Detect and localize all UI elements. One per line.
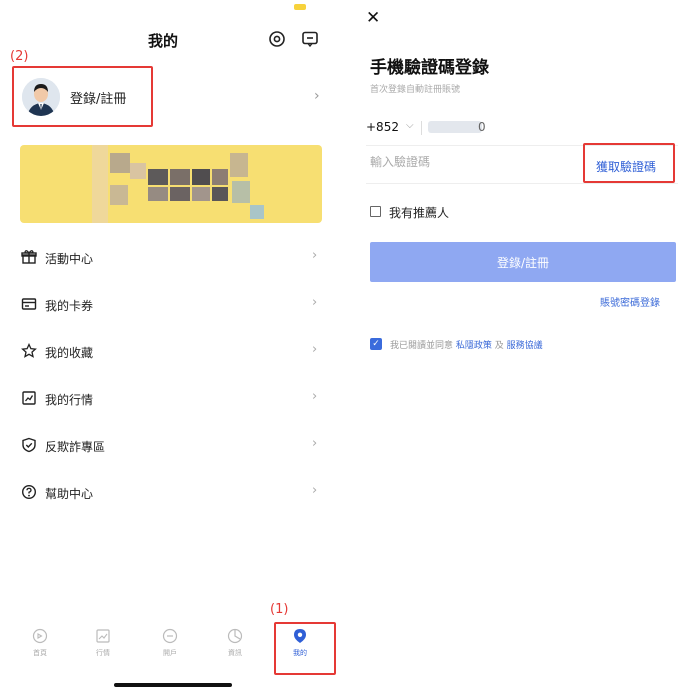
chevron-right-icon: ›: [312, 295, 318, 310]
phone-number-suffix: 0: [478, 120, 486, 134]
chevron-right-icon: ›: [312, 436, 318, 451]
menu-label: 我的收藏: [45, 346, 94, 360]
card-icon: [21, 298, 37, 310]
login-title: 手機驗證碼登錄: [370, 58, 489, 78]
my-page-panel: 我的 (2) 登錄/註冊 › 活動中心 › 我的卡券 › 我的收藏 › 我的行情…: [0, 0, 340, 695]
login-register-button[interactable]: 登錄/註冊: [370, 242, 676, 282]
market-icon: [96, 629, 110, 643]
message-icon[interactable]: [300, 29, 320, 49]
referral-checkbox[interactable]: [370, 206, 381, 217]
chevron-right-icon: ›: [312, 389, 318, 404]
divider: [366, 183, 678, 184]
home-indicator: [114, 683, 232, 687]
country-code-selector[interactable]: +852: [366, 120, 399, 134]
menu-list: 活動中心 › 我的卡券 › 我的收藏 › 我的行情 › 反欺詐專區 › 幫助中心…: [0, 236, 340, 518]
tab-home[interactable]: 首頁: [20, 628, 60, 658]
menu-label: 我的卡券: [45, 299, 94, 313]
chevron-right-icon: ›: [312, 248, 318, 263]
highlight-box-get-code: [583, 143, 675, 183]
login-subtitle: 首次登錄自動註冊賬號: [370, 85, 461, 95]
agreement-checkbox[interactable]: ✓: [370, 338, 382, 350]
menu-item-my-coupons[interactable]: 我的卡券 ›: [0, 283, 340, 330]
menu-item-help-center[interactable]: 幫助中心 ›: [0, 471, 340, 518]
menu-item-anti-fraud[interactable]: 反欺詐專區 ›: [0, 424, 340, 471]
agreement-and: 及: [494, 341, 504, 351]
annotation-1: (1): [270, 602, 289, 617]
chevron-right-icon: ›: [314, 88, 320, 104]
account-icon: [162, 628, 178, 644]
chevron-right-icon: ›: [312, 342, 318, 357]
agreement-prefix: 我已閱讀並同意: [390, 341, 454, 351]
phone-field[interactable]: +852 ⌵ 0: [366, 118, 686, 144]
menu-item-my-quotes[interactable]: 我的行情 ›: [0, 377, 340, 424]
menu-label: 活動中心: [45, 252, 94, 266]
highlight-box-login: [12, 66, 153, 127]
login-panel: ✕ 手機驗證碼登錄 首次登錄自動註冊賬號 +852 ⌵ 0 獲取驗證碼 我有推薦…: [352, 0, 690, 695]
menu-item-activity-center[interactable]: 活動中心 ›: [0, 236, 340, 283]
password-login-link[interactable]: 賬號密碼登錄: [600, 294, 660, 309]
tab-label: 資訊: [228, 649, 242, 657]
page-title: 我的: [148, 32, 179, 50]
annotation-2: (2): [10, 49, 29, 64]
settings-icon[interactable]: [267, 29, 287, 49]
home-icon: [32, 628, 48, 644]
terms-of-service-link[interactable]: 服務協議: [507, 341, 543, 351]
privacy-policy-link[interactable]: 私隱政策: [456, 341, 492, 351]
gift-icon: [21, 250, 37, 264]
phone-divider: [421, 121, 422, 135]
highlight-box-mine-tab: [274, 622, 336, 675]
close-icon[interactable]: ✕: [366, 8, 380, 28]
verification-code-input[interactable]: [370, 155, 570, 169]
news-icon: [227, 628, 243, 644]
menu-label: 幫助中心: [45, 487, 94, 501]
menu-label: 反欺詐專區: [45, 440, 106, 454]
agreement-text: 我已閱讀並同意 私隱政策 及 服務協議: [390, 338, 543, 351]
chevron-right-icon: ›: [312, 483, 318, 498]
tab-market[interactable]: 行情: [83, 628, 123, 658]
tab-label: 開戶: [163, 649, 177, 657]
promo-banner[interactable]: [20, 145, 322, 223]
chevron-down-icon[interactable]: ⌵: [406, 120, 414, 131]
chart-icon: [22, 391, 36, 405]
help-icon: [21, 484, 37, 500]
referral-label: 我有推薦人: [389, 206, 450, 220]
phone-number-masked: [428, 121, 482, 133]
menu-item-my-favorites[interactable]: 我的收藏 ›: [0, 330, 340, 377]
tab-news[interactable]: 資訊: [215, 628, 255, 658]
tab-label: 首頁: [33, 649, 47, 657]
menu-label: 我的行情: [45, 393, 94, 407]
tab-label: 行情: [96, 649, 110, 657]
status-indicator: [294, 4, 306, 10]
shield-icon: [22, 437, 36, 453]
tab-open-account[interactable]: 開戶: [150, 628, 190, 658]
star-icon: [21, 343, 37, 358]
